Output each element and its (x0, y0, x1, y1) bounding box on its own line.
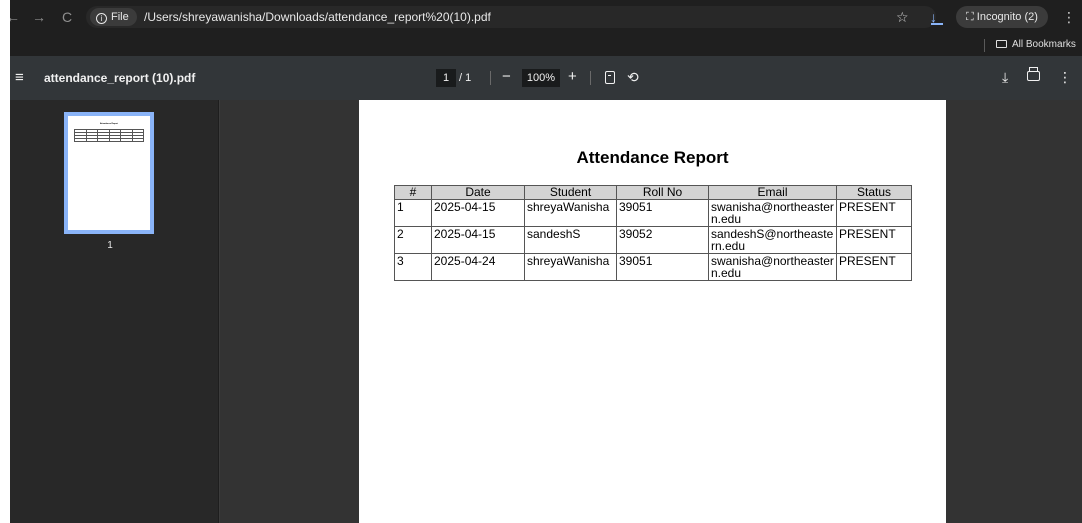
zoom-level-input[interactable]: 100% (522, 69, 560, 87)
forward-button[interactable]: → (28, 6, 50, 28)
table-cell: sandeshS (524, 226, 617, 254)
table-cell: 39052 (616, 226, 709, 254)
pdf-toolbar: ≡ attendance_report (10).pdf / 1 − 100% … (10, 56, 1082, 100)
toolbar-divider (490, 71, 491, 85)
downloads-icon[interactable]: ↓ (930, 6, 943, 28)
address-bar[interactable]: i File /Users/shreyawanisha/Downloads/att… (86, 6, 936, 28)
table-cell: 2025-04-15 (431, 226, 525, 254)
column-header: Roll No (616, 185, 709, 200)
table-cell: 1 (394, 199, 432, 227)
table-cell: PRESENT (836, 226, 912, 254)
table-cell: PRESENT (836, 199, 912, 227)
table-row: 3 2025-04-24 shreyaWanisha 39051 swanish… (394, 253, 912, 281)
incognito-label: Incognito (2) (976, 11, 1038, 23)
back-button[interactable]: ← (10, 6, 24, 28)
column-header: Status (836, 185, 912, 200)
attendance-table: # Date Student Roll No Email Status 1 20… (394, 185, 912, 281)
thumbnail-title: Attendance Report (100, 123, 118, 125)
url-text[interactable]: /Users/shreyawanisha/Downloads/attendanc… (144, 6, 491, 28)
fit-page-icon[interactable] (605, 71, 615, 84)
thumbnail-sidebar: Attendance Report 1 (10, 100, 219, 523)
browser-window: ← → C i File /Users/shreyawanisha/Downloa… (10, 0, 1082, 523)
table-row: 2 2025-04-15 sandeshS 39052 sandeshS@nor… (394, 226, 912, 254)
table-header-row: # Date Student Roll No Email Status (394, 185, 912, 200)
table-cell: 39051 (616, 253, 709, 281)
table-cell: swanisha@northeastern.edu (708, 199, 837, 227)
bookmarks-separator (984, 39, 985, 52)
table-cell: shreyaWanisha (524, 253, 617, 281)
column-header: # (394, 185, 432, 200)
all-bookmarks-button[interactable]: All Bookmarks (996, 34, 1076, 56)
thumbnail-table (74, 129, 144, 142)
table-cell: 2025-04-15 (431, 199, 525, 227)
column-header: Student (524, 185, 617, 200)
info-icon: i (96, 13, 107, 24)
print-icon[interactable] (1027, 67, 1040, 81)
zoom-in-button[interactable]: + (568, 67, 577, 87)
browser-toolbar: ← → C i File /Users/shreyawanisha/Downloa… (10, 0, 1082, 34)
table-cell: 39051 (616, 199, 709, 227)
download-icon[interactable]: ⤓ (1002, 67, 1008, 87)
table-cell: 3 (394, 253, 432, 281)
toolbar-divider (590, 71, 591, 85)
bookmarks-bar: All Bookmarks (10, 34, 1082, 56)
column-header: Date (431, 185, 525, 200)
table-row: 1 2025-04-15 shreyaWanisha 39051 swanish… (394, 199, 912, 227)
folder-icon (996, 40, 1007, 48)
table-cell: shreyaWanisha (524, 199, 617, 227)
column-header: Email (708, 185, 837, 200)
table-cell: sandeshS@northeastern.edu (708, 226, 837, 254)
report-title: Attendance Report (576, 148, 729, 167)
table-cell: swanisha@northeastern.edu (708, 253, 837, 281)
table-cell: 2 (394, 226, 432, 254)
rotate-icon[interactable]: ⟲ (627, 67, 639, 87)
page-total: / 1 (459, 72, 472, 84)
page-number-input[interactable] (436, 69, 456, 87)
pdf-title: attendance_report (10).pdf (44, 71, 196, 85)
page-thumbnail[interactable]: Attendance Report (64, 112, 154, 234)
table-cell: PRESENT (836, 253, 912, 281)
all-bookmarks-label: All Bookmarks (1012, 39, 1076, 50)
pdf-page: Attendance Report # Date Student Roll No… (359, 100, 946, 523)
star-icon[interactable]: ☆ (896, 6, 909, 28)
sidebar-toggle-icon[interactable]: ≡ (15, 68, 24, 88)
thumbnail-page-label: 1 (107, 240, 113, 251)
incognito-icon: ⛶ (966, 11, 977, 23)
incognito-button[interactable]: ⛶ Incognito (2) (956, 6, 1048, 28)
reload-button[interactable]: C (56, 6, 78, 28)
document-viewport[interactable]: Attendance Report # Date Student Roll No… (220, 100, 1082, 523)
file-chip-label: File (111, 11, 129, 23)
table-cell: 2025-04-24 (431, 253, 525, 281)
zoom-out-button[interactable]: − (502, 67, 511, 87)
more-options-icon[interactable]: ⋮ (1058, 67, 1072, 87)
browser-menu-icon[interactable]: ⋮ (1062, 6, 1076, 28)
site-info-chip[interactable]: i File (90, 8, 137, 26)
